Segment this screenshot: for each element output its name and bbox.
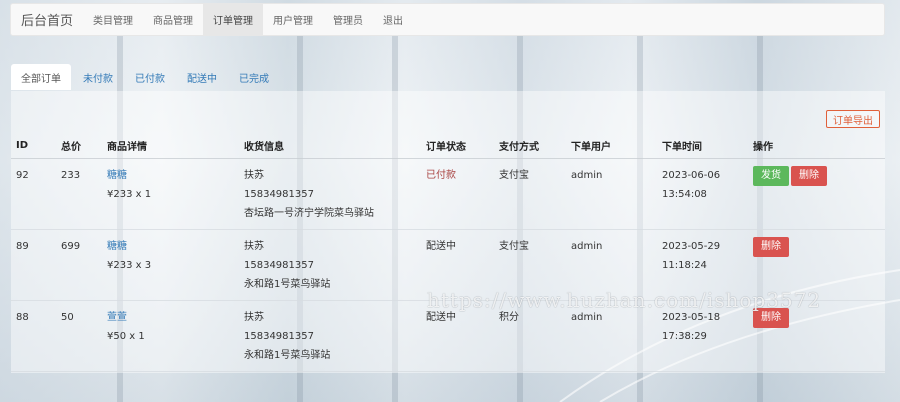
receiver-address: 杏坛路一号济宁学院菜鸟驿站 xyxy=(244,207,374,219)
tab-shipping[interactable]: 配送中 xyxy=(177,64,227,90)
product-details: 糖糖 ¥233 x 1 xyxy=(102,158,239,230)
order-user: admin xyxy=(566,229,657,301)
payment-method: 积分 xyxy=(494,300,566,372)
orders-table: ID 总价 商品详情 收货信息 订单状态 支付方式 下单用户 下单时间 操作 9… xyxy=(11,134,885,372)
table-header-row: ID 总价 商品详情 收货信息 订单状态 支付方式 下单用户 下单时间 操作 xyxy=(11,134,885,159)
export-orders-button[interactable]: 订单导出 xyxy=(826,110,880,128)
order-actions: 删除 xyxy=(748,229,885,301)
delete-button[interactable]: 删除 xyxy=(791,165,827,186)
tab-paid[interactable]: 已付款 xyxy=(125,64,175,90)
product-price: ¥233 x 1 xyxy=(107,188,152,200)
order-total: 699 xyxy=(56,229,102,301)
nav-product-management[interactable]: 商品管理 xyxy=(143,4,203,35)
receiver-phone: 15834981357 xyxy=(244,188,314,200)
order-user: admin xyxy=(566,158,657,230)
tab-all-orders[interactable]: 全部订单 xyxy=(11,64,71,90)
order-date: 2023-05-29 xyxy=(662,240,721,252)
receiver-phone: 15834981357 xyxy=(244,259,314,271)
product-link[interactable]: 萱萱 xyxy=(107,308,239,327)
order-total: 50 xyxy=(56,300,102,372)
top-navbar: 后台首页 类目管理 商品管理 订单管理 用户管理 管理员 退出 xyxy=(10,3,885,36)
table-row: 89 699 糖糖 ¥233 x 3 扶苏 15834981357 永和路1号菜… xyxy=(11,229,885,301)
product-details: 糖糖 ¥233 x 3 xyxy=(102,229,239,301)
receiver-name: 扶苏 xyxy=(244,169,264,181)
order-id: 92 xyxy=(11,158,56,230)
order-total: 233 xyxy=(56,158,102,230)
nav-logout[interactable]: 退出 xyxy=(373,4,413,35)
order-time: 2023-05-29 11:18:24 xyxy=(657,229,748,301)
tab-unpaid[interactable]: 未付款 xyxy=(73,64,123,90)
order-id: 89 xyxy=(11,229,56,301)
order-clock: 13:54:08 xyxy=(662,188,707,200)
header-product: 商品详情 xyxy=(102,134,239,159)
product-link[interactable]: 糖糖 xyxy=(107,166,239,185)
nav-order-management[interactable]: 订单管理 xyxy=(203,4,264,35)
order-actions: 发货 删除 xyxy=(748,158,885,230)
payment-method: 支付宝 xyxy=(494,158,566,230)
header-user: 下单用户 xyxy=(566,134,657,159)
order-clock: 11:18:24 xyxy=(662,259,707,271)
nav-user-management[interactable]: 用户管理 xyxy=(263,4,323,35)
receiver-phone: 15834981357 xyxy=(244,330,314,342)
order-clock: 17:38:29 xyxy=(662,330,707,342)
order-date: 2023-05-18 xyxy=(662,311,721,323)
ship-button[interactable]: 发货 xyxy=(753,165,789,186)
receiver-address: 永和路1号菜鸟驿站 xyxy=(244,349,331,361)
table-row: 88 50 萱萱 ¥50 x 1 扶苏 15834981357 永和路1号菜鸟驿… xyxy=(11,300,885,372)
order-id: 88 xyxy=(11,300,56,372)
shipping-info: 扶苏 15834981357 永和路1号菜鸟驿站 xyxy=(239,229,421,301)
brand-home-link[interactable]: 后台首页 xyxy=(11,4,83,35)
order-status: 配送中 xyxy=(421,300,494,372)
order-user: admin xyxy=(566,300,657,372)
table-row: 92 233 糖糖 ¥233 x 1 扶苏 15834981357 杏坛路一号济… xyxy=(11,158,885,230)
nav-admin[interactable]: 管理员 xyxy=(323,4,373,35)
order-actions: 删除 xyxy=(748,300,885,372)
order-status: 配送中 xyxy=(421,229,494,301)
header-id: ID xyxy=(11,134,56,159)
product-price: ¥233 x 3 xyxy=(107,259,152,271)
tab-completed[interactable]: 已完成 xyxy=(229,64,279,90)
order-time: 2023-06-06 13:54:08 xyxy=(657,158,748,230)
order-status: 已付款 xyxy=(421,158,494,230)
shipping-info: 扶苏 15834981357 永和路1号菜鸟驿站 xyxy=(239,300,421,372)
header-payment: 支付方式 xyxy=(494,134,566,159)
delete-button[interactable]: 删除 xyxy=(753,236,789,257)
order-date: 2023-06-06 xyxy=(662,169,721,181)
order-status-tabs: 全部订单 未付款 已付款 配送中 已完成 xyxy=(11,64,281,90)
receiver-name: 扶苏 xyxy=(244,240,264,252)
delete-button[interactable]: 删除 xyxy=(753,307,789,328)
receiver-name: 扶苏 xyxy=(244,311,264,323)
header-actions: 操作 xyxy=(748,134,885,159)
shipping-info: 扶苏 15834981357 杏坛路一号济宁学院菜鸟驿站 xyxy=(239,158,421,230)
header-status: 订单状态 xyxy=(421,134,494,159)
payment-method: 支付宝 xyxy=(494,229,566,301)
nav-category-management[interactable]: 类目管理 xyxy=(83,4,143,35)
header-total: 总价 xyxy=(56,134,102,159)
header-shipping-info: 收货信息 xyxy=(239,134,421,159)
product-details: 萱萱 ¥50 x 1 xyxy=(102,300,239,372)
header-time: 下单时间 xyxy=(657,134,748,159)
product-link[interactable]: 糖糖 xyxy=(107,237,239,256)
receiver-address: 永和路1号菜鸟驿站 xyxy=(244,278,331,290)
order-time: 2023-05-18 17:38:29 xyxy=(657,300,748,372)
product-price: ¥50 x 1 xyxy=(107,330,145,342)
